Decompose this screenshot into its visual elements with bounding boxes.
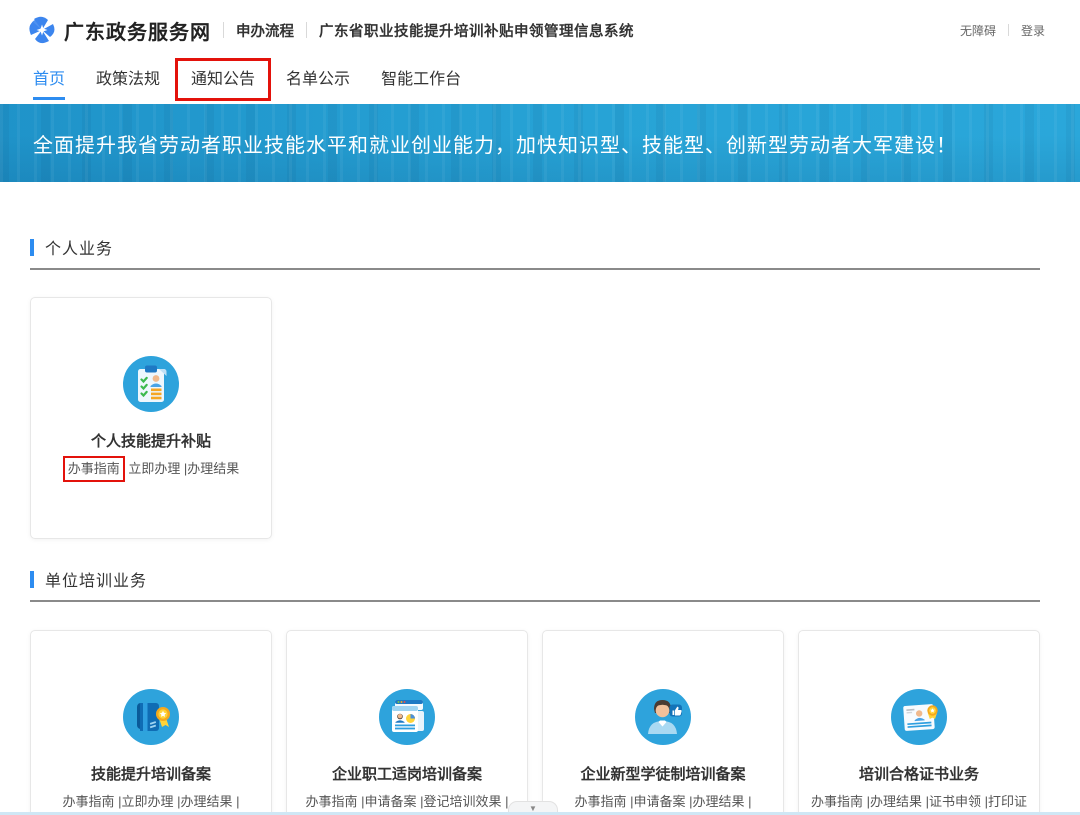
card-title: 培训合格证书业务 <box>799 763 1039 784</box>
section-accent-bar <box>30 239 34 256</box>
header-divider <box>223 22 224 38</box>
main-content: 个人业务 个人技能提升补贴 办事指南 立即 <box>30 235 1040 815</box>
header-divider <box>1008 24 1009 36</box>
annotation-box-guide: 办事指南 <box>63 456 125 482</box>
card-links: 办事指南 立即办理 |办理结果 <box>31 458 271 480</box>
system-title: 广东省职业技能提升培训补贴申领管理信息系统 <box>319 20 634 41</box>
card-title: 企业新型学徒制培训备案 <box>543 763 783 784</box>
link-service-guide[interactable]: 办事指南 <box>68 461 120 476</box>
section-divider <box>30 268 1040 270</box>
tab-smart-workbench[interactable]: 智能工作台 <box>381 60 461 104</box>
gdzwfw-logo-icon <box>28 16 56 44</box>
tab-notices-label: 通知公告 <box>191 71 255 88</box>
links-rest[interactable]: 立即办理 |办理结果 <box>125 461 240 476</box>
section-personal-header: 个人业务 <box>30 235 1040 259</box>
card-personal-skill-subsidy[interactable]: 个人技能提升补贴 办事指南 立即办理 |办理结果 <box>30 297 272 539</box>
login-link[interactable]: 登录 <box>1021 22 1045 39</box>
banner-slogan: 全面提升我省劳动者职业技能水平和就业创业能力，加快知识型、技能型、创新型劳动者大… <box>0 129 957 158</box>
tab-public-lists[interactable]: 名单公示 <box>286 60 350 104</box>
section-divider <box>30 600 1040 602</box>
card-title: 个人技能提升补贴 <box>31 430 271 451</box>
header-right: 无障碍 登录 <box>960 22 1045 39</box>
section-personal-title: 个人业务 <box>45 235 113 259</box>
header-divider <box>306 22 307 38</box>
unit-cards-row: 技能提升培训备案 办事指南 |立即办理 |办理结果 | 在培人员查询 |学员情况… <box>30 630 1040 815</box>
card-employee-adaptation-filing[interactable]: 企业职工适岗培训备案 办事指南 |申请备案 |登记培训效果 | 办理结果 |单位… <box>286 630 528 815</box>
card-new-apprenticeship-filing[interactable]: 企业新型学徒制培训备案 办事指南 |申请备案 |办理结果 | 单位培训人员查询 <box>542 630 784 815</box>
tab-policies[interactable]: 政策法规 <box>96 60 160 104</box>
accessibility-link[interactable]: 无障碍 <box>960 22 996 39</box>
tab-notices[interactable]: 通知公告 <box>191 60 255 104</box>
section-unit-title: 单位培训业务 <box>45 567 147 591</box>
browser-piechart-icon <box>379 689 435 745</box>
page: 广东政务服务网 申办流程 广东省职业技能提升培训补贴申领管理信息系统 无障碍 登… <box>0 0 1080 815</box>
card-certificate-services[interactable]: 培训合格证书业务 办事指南 |办理结果 |证书申领 |打印证书 | 培训人员查询 <box>798 630 1040 815</box>
section-unit-header: 单位培训业务 <box>30 567 1040 591</box>
section-accent-bar <box>30 571 34 588</box>
top-header: 广东政务服务网 申办流程 广东省职业技能提升培训补贴申领管理信息系统 无障碍 登… <box>0 0 1080 60</box>
card-title: 技能提升培训备案 <box>31 763 271 784</box>
person-thumbsup-icon <box>635 689 691 745</box>
certificate-medal-icon <box>891 689 947 745</box>
card-title: 企业职工适岗培训备案 <box>287 763 527 784</box>
card-skill-training-filing[interactable]: 技能提升培训备案 办事指南 |立即办理 |办理结果 | 在培人员查询 |学员情况… <box>30 630 272 815</box>
clipboard-checklist-icon <box>123 356 179 412</box>
book-medal-icon <box>123 689 179 745</box>
site-name[interactable]: 广东政务服务网 <box>64 16 211 45</box>
tab-home[interactable]: 首页 <box>33 60 65 104</box>
process-link[interactable]: 申办流程 <box>236 20 294 41</box>
main-nav: 首页 政策法规 通知公告 名单公示 智能工作台 <box>0 60 1080 104</box>
hero-banner: 全面提升我省劳动者职业技能水平和就业创业能力，加快知识型、技能型、创新型劳动者大… <box>0 104 1080 182</box>
